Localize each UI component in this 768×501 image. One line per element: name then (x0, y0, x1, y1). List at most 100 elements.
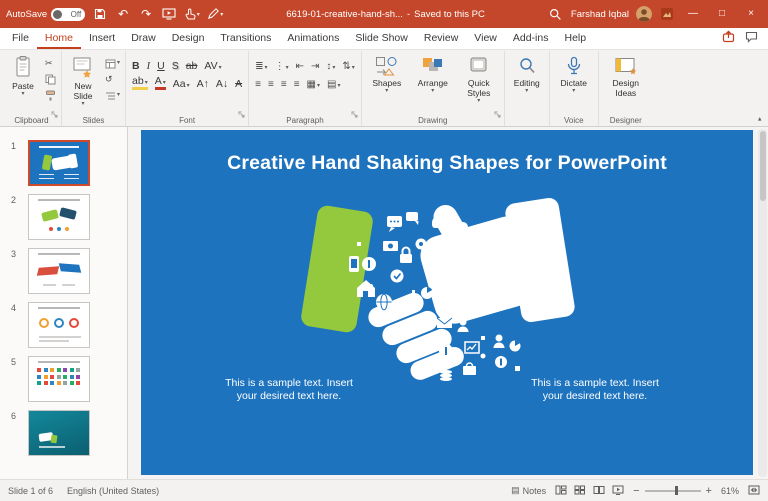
slide-thumbnail-2[interactable] (28, 194, 90, 240)
fit-to-window-button[interactable] (748, 485, 760, 497)
document-title[interactable]: 6619-01-creative-hand-sh... - Saved to t… (230, 9, 541, 20)
slide-thumbnail-1[interactable] (28, 140, 90, 186)
arrange-button[interactable]: Arrange ▾ (411, 53, 455, 95)
tab-animations[interactable]: Animations (279, 28, 347, 49)
save-button[interactable] (92, 4, 108, 24)
bold-button[interactable]: B (132, 58, 140, 72)
section-button[interactable]: ▾ (103, 88, 122, 103)
shrink-font-button[interactable]: A↓ (216, 76, 228, 90)
editing-button[interactable]: Editing ▾ (508, 53, 546, 95)
tab-home[interactable]: Home (37, 28, 81, 49)
strikethrough-button[interactable]: ab (186, 58, 198, 72)
decrease-indent-button[interactable]: ⇤ (296, 58, 304, 72)
slide-thumbnail-4[interactable] (28, 302, 90, 348)
zoom-in-button[interactable]: + (706, 481, 712, 501)
character-spacing-button[interactable]: AV▾ (204, 58, 221, 72)
reset-slide-button[interactable]: ↺ (103, 72, 122, 87)
change-case-button[interactable]: Aa▾ (173, 76, 190, 90)
app-badge-icon[interactable] (659, 4, 675, 24)
justify-button[interactable]: ≡ (294, 76, 300, 90)
tab-review[interactable]: Review (416, 28, 466, 49)
comments-button[interactable] (745, 30, 758, 48)
autosave-toggle[interactable]: AutoSave Off (6, 8, 85, 21)
tab-design[interactable]: Design (164, 28, 213, 49)
shapes-button[interactable]: Shapes ▾ (365, 53, 409, 95)
user-name[interactable]: Farshad Iqbal (571, 9, 629, 20)
numbering-button[interactable]: ⋮▾ (275, 58, 289, 72)
zoom-out-button[interactable]: − (633, 481, 639, 501)
tab-view[interactable]: View (466, 28, 505, 49)
slide-canvas[interactable]: Creative Hand Shaking Shapes for PowerPo… (141, 130, 753, 475)
minimize-button[interactable]: — (682, 0, 704, 28)
tab-help[interactable]: Help (556, 28, 594, 49)
undo-button[interactable]: ↶ (115, 4, 131, 24)
copy-button[interactable] (43, 72, 58, 87)
tab-transitions[interactable]: Transitions (212, 28, 279, 49)
align-center-button[interactable]: ≡ (268, 76, 274, 90)
clear-formatting-button[interactable]: A (235, 76, 242, 90)
increase-indent-button[interactable]: ⇥ (311, 58, 319, 72)
slideshow-from-beginning-button[interactable] (161, 4, 177, 24)
slide-thumbnail-6[interactable] (28, 410, 90, 456)
slide-number: 5 (11, 357, 16, 367)
slideshow-view-button[interactable] (612, 485, 624, 497)
text-highlight-button[interactable]: ab▾ (132, 76, 148, 90)
slides-small-buttons: ▾ ↺ ▾ (103, 53, 122, 103)
redo-button[interactable]: ↷ (138, 4, 154, 24)
paste-button[interactable]: Paste ▾ (5, 53, 41, 98)
touch-mouse-mode-button[interactable]: ▾ (184, 4, 200, 24)
new-slide-button[interactable]: New Slide ▾ (65, 53, 101, 108)
maximize-button[interactable]: □ (711, 0, 733, 28)
grow-font-button[interactable]: A↑ (197, 76, 209, 90)
share-button[interactable] (722, 30, 735, 48)
dictate-button[interactable]: Dictate ▾ (553, 53, 595, 95)
pen-tool-button[interactable]: ▾ (207, 4, 223, 24)
tab-add-ins[interactable]: Add-ins (505, 28, 557, 49)
notes-button[interactable]: ▤Notes (511, 485, 546, 496)
italic-button[interactable]: I (147, 58, 151, 72)
bullets-button[interactable]: ≣▾ (255, 58, 267, 72)
language-indicator[interactable]: English (United States) (67, 486, 159, 496)
quick-styles-button[interactable]: Quick Styles ▾ (457, 53, 501, 105)
dollar-icon (495, 356, 507, 368)
paragraph-group: ≣▾ ⋮▾ ⇤ ⇥ ↕▾ ⇅▾ ≡ ≡ ≡ ≡ ▦▾ ▤▾ Paragraph (249, 51, 362, 126)
autosave-switch[interactable]: Off (51, 8, 85, 21)
columns-button[interactable]: ▦▾ (307, 76, 320, 90)
search-button[interactable] (548, 4, 564, 24)
tab-draw[interactable]: Draw (123, 28, 164, 49)
slide-layout-button[interactable]: ▾ (103, 56, 122, 71)
avatar[interactable] (636, 6, 652, 22)
left-text-placeholder[interactable]: This is a sample text. Insert your desir… (225, 377, 353, 403)
tab-file[interactable]: File (4, 28, 37, 49)
slide-indicator[interactable]: Slide 1 of 6 (8, 486, 53, 496)
chevron-down-icon: ▾ (220, 11, 223, 18)
align-left-button[interactable]: ≡ (255, 76, 261, 90)
format-painter-button[interactable] (43, 88, 58, 103)
zoom-level[interactable]: 61% (721, 486, 739, 496)
scrollbar-thumb[interactable] (760, 131, 766, 201)
tab-slide-show[interactable]: Slide Show (347, 28, 416, 49)
font-group: B I U S ab AV▾ ab▾ A▾ Aa▾ A↑ A↓ A Font (126, 51, 249, 126)
paragraph-controls: ≣▾ ⋮▾ ⇤ ⇥ ↕▾ ⇅▾ ≡ ≡ ≡ ≡ ▦▾ ▤▾ (252, 53, 358, 90)
normal-view-button[interactable] (555, 485, 567, 497)
close-button[interactable]: × (740, 0, 762, 28)
text-shadow-button[interactable]: S (172, 58, 179, 72)
text-direction-button[interactable]: ⇅▾ (342, 58, 354, 72)
slide-sorter-view-button[interactable] (574, 485, 586, 497)
convert-to-smartart-button[interactable]: ▤▾ (327, 76, 340, 90)
cut-button[interactable]: ✂ (43, 56, 58, 71)
collapse-ribbon-button[interactable]: ▾ (758, 115, 762, 123)
zoom-slider[interactable] (645, 490, 701, 492)
line-spacing-button[interactable]: ↕▾ (326, 58, 335, 72)
font-color-button[interactable]: A▾ (155, 76, 166, 90)
slide-thumbnail-3[interactable] (28, 248, 90, 294)
tab-insert[interactable]: Insert (81, 28, 123, 49)
align-right-button[interactable]: ≡ (281, 76, 287, 90)
slide-thumbnail-5[interactable] (28, 356, 90, 402)
underline-button[interactable]: U (157, 58, 165, 72)
right-text-placeholder[interactable]: This is a sample text. Insert your desir… (531, 377, 659, 403)
design-ideas-button[interactable]: Design Ideas (602, 53, 650, 98)
zoom-slider-thumb[interactable] (675, 486, 678, 495)
vertical-scrollbar[interactable] (758, 129, 767, 477)
reading-view-button[interactable] (593, 485, 605, 497)
